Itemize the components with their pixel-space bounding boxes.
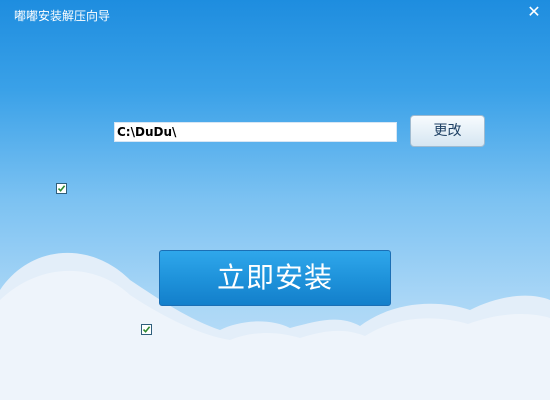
checkmark-icon: [142, 326, 151, 333]
change-path-button[interactable]: 更改: [410, 115, 485, 147]
install-path-input[interactable]: [114, 122, 397, 142]
installer-window: 嘟嘟安装解压向导 ✕ 更改 立即安装: [0, 0, 550, 400]
close-icon[interactable]: ✕: [524, 2, 544, 22]
checkmark-icon: [57, 185, 66, 192]
window-title: 嘟嘟安装解压向导: [14, 9, 111, 23]
install-now-button[interactable]: 立即安装: [159, 250, 391, 306]
option-checkbox-1[interactable]: [56, 183, 67, 194]
option-checkbox-2[interactable]: [141, 324, 152, 335]
cloud-background: [0, 252, 550, 400]
title-bar: 嘟嘟安装解压向导 ✕: [0, 0, 550, 32]
